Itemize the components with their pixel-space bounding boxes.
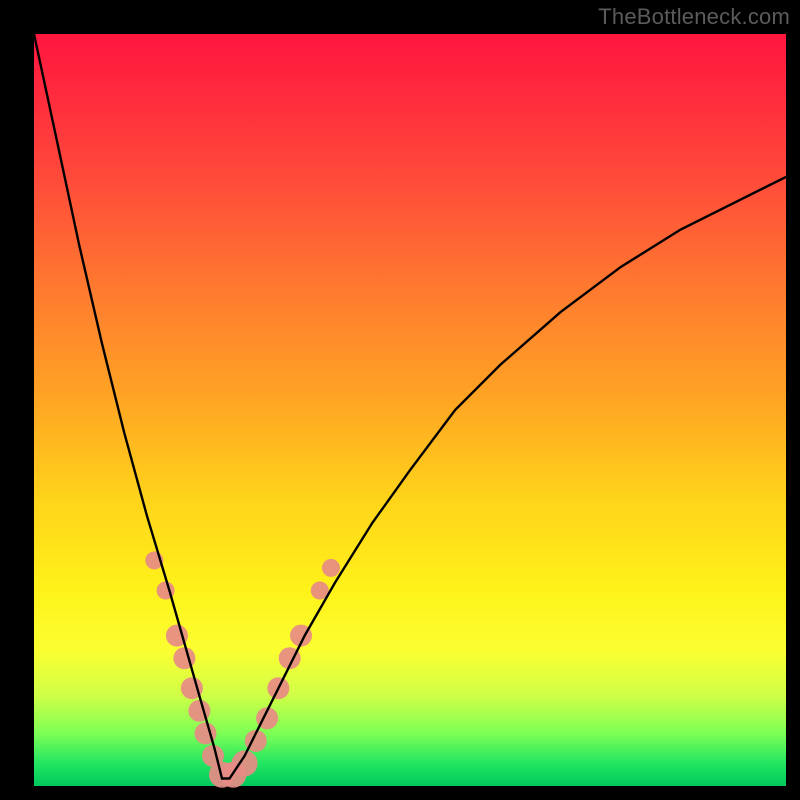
watermark-text: TheBottleneck.com — [598, 4, 790, 30]
curve-layer — [34, 34, 786, 786]
data-markers — [145, 551, 340, 787]
chart-frame: TheBottleneck.com — [0, 0, 800, 800]
data-marker — [322, 559, 340, 577]
plot-area — [34, 34, 786, 786]
bottleneck-curve — [34, 34, 786, 779]
